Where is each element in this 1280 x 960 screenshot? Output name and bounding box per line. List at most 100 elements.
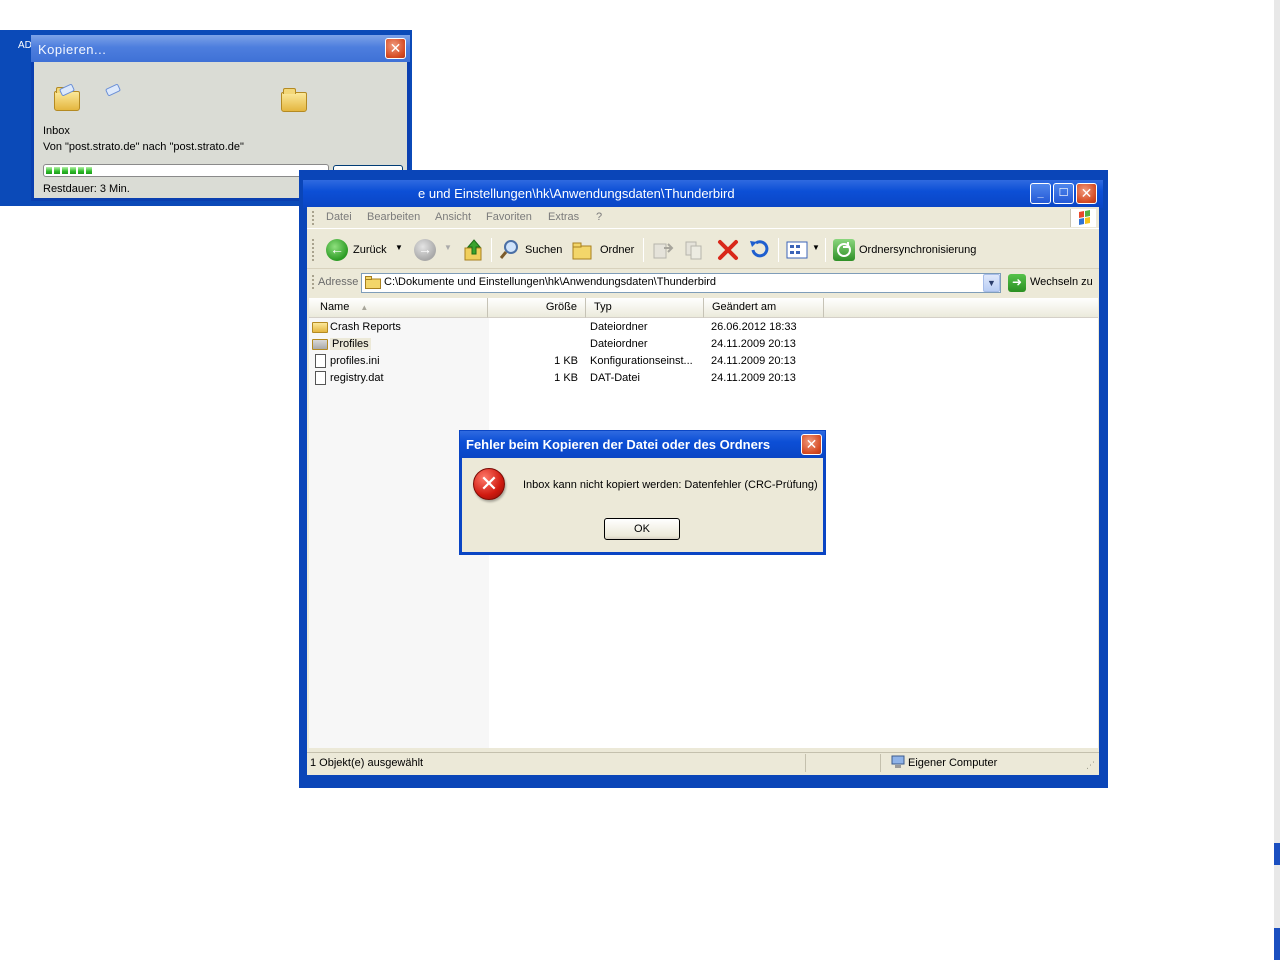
status-zone: Eigener Computer [908,757,998,769]
file-name: profiles.ini [330,355,380,367]
menu-grip[interactable] [312,211,315,225]
background-window-fragment [1274,843,1280,865]
resize-grip[interactable]: ⋰ [1086,760,1095,771]
go-button[interactable]: Wechseln zu [1030,276,1093,288]
file-name: Profiles [330,338,371,350]
background-window-edge [1274,0,1280,960]
status-divider [805,754,806,772]
file-row[interactable]: Profiles Dateiordner 24.11.2009 20:13 [312,336,1012,353]
data-file-icon [315,371,326,385]
progress-segment [78,167,84,174]
file-modified: 26.06.2012 18:33 [711,321,797,333]
menu-edit[interactable]: Bearbeiten [367,211,420,223]
column-header-filler [824,298,1098,318]
error-message: Inbox kann nicht kopiert werden: Datenfe… [523,479,818,491]
file-modified: 24.11.2009 20:13 [711,372,796,384]
folder-icon [312,339,328,350]
progress-segment [86,167,92,174]
address-dropdown-button[interactable]: ▼ [983,274,1000,292]
folders-icon[interactable] [572,240,594,260]
delete-icon[interactable] [716,238,740,262]
folder-sync-button[interactable]: Ordnersynchronisierung [859,244,976,256]
windows-logo [1070,209,1096,227]
move-to-icon[interactable] [652,240,674,260]
progress-segment [62,167,68,174]
settings-file-icon [315,354,326,368]
status-selection: 1 Objekt(e) ausgewählt [310,757,424,769]
folder-sync-icon[interactable] [833,239,855,261]
column-header-type[interactable]: Typ [586,298,704,318]
toolbar-separator [491,238,492,262]
minimize-button[interactable]: _ [1030,183,1051,204]
file-row[interactable]: profiles.ini 1 KB Konfigurationseinst... 24… [312,353,1012,370]
copy-to-icon[interactable] [684,240,706,260]
menu-view[interactable]: Ansicht [435,211,471,223]
background-window-fragment [1274,928,1280,960]
file-row[interactable]: registry.dat 1 KB DAT-Datei 24.11.2009 20:1… [312,370,1012,387]
address-label: Adresse [318,276,359,288]
folders-button[interactable]: Ordner [600,244,634,256]
copy-item-name: Inbox [43,125,70,137]
search-icon[interactable] [499,238,521,260]
menu-bar [307,207,1099,229]
file-size: 1 KB [554,355,578,367]
file-modified: 24.11.2009 20:13 [711,338,796,350]
undo-icon[interactable] [747,238,771,262]
sort-ascending-icon: ▲ [360,303,369,312]
toolbar-grip[interactable] [312,239,315,261]
toolbar-separator [825,238,826,262]
menu-favorites[interactable]: Favoriten [486,211,532,223]
copy-dialog-title: Kopieren... [31,35,410,62]
maximize-button[interactable]: ☐ [1053,183,1074,204]
file-name: registry.dat [330,372,384,384]
toolbar-separator [643,238,644,262]
error-dialog-close-button[interactable]: ✕ [801,434,822,455]
forward-dropdown-icon[interactable]: ▼ [444,243,452,252]
views-dropdown-icon[interactable]: ▼ [812,243,820,252]
copy-source-destination: Von "post.strato.de" nach "post.strato.d… [43,141,244,153]
explorer-title-bar[interactable]: e und Einstellungen\hk\Anwendungsdaten\T… [303,180,1103,208]
file-type: Dateiordner [590,321,648,333]
menu-help[interactable]: ? [596,211,602,223]
file-row[interactable]: Crash Reports Dateiordner 26.06.2012 18:33 [312,319,1012,336]
desktop-icon-label[interactable]: AD [18,40,32,51]
column-header-name[interactable]: Name ▲ [309,298,488,318]
destination-folder-icon [281,88,307,112]
file-modified: 24.11.2009 20:13 [711,355,796,367]
ok-button[interactable]: OK [604,518,680,540]
folder-icon [312,322,328,333]
remaining-time: Restdauer: 3 Min. [43,183,130,195]
go-arrow-icon[interactable]: ➜ [1008,274,1026,292]
file-type: Dateiordner [590,338,648,350]
search-button[interactable]: Suchen [525,244,562,256]
address-grip[interactable] [312,275,315,289]
up-folder-icon[interactable] [463,238,485,262]
file-size: 1 KB [554,372,578,384]
menu-file[interactable]: Datei [326,211,352,223]
forward-arrow-icon[interactable]: → [414,239,436,261]
file-type: DAT-Datei [590,372,640,384]
error-icon: ✕ [473,468,505,500]
file-type: Konfigurationseinst... [590,355,693,367]
status-divider [880,754,881,772]
address-folder-icon [365,276,381,289]
back-button[interactable]: Zurück [353,244,387,256]
back-dropdown-icon[interactable]: ▼ [395,243,403,252]
progress-segment [54,167,60,174]
progress-segment [46,167,52,174]
file-name: Crash Reports [330,321,401,333]
views-icon[interactable] [786,240,810,260]
menu-tools[interactable]: Extras [548,211,579,223]
source-folder-icon [52,83,82,112]
back-arrow-icon[interactable]: ← [326,239,348,261]
toolbar-separator [778,238,779,262]
column-header-modified[interactable]: Geändert am [704,298,824,318]
copy-dialog-close-button[interactable]: ✕ [385,38,406,59]
copy-progress-bar [43,164,329,177]
computer-icon [891,755,905,769]
progress-segment [70,167,76,174]
address-input[interactable]: C:\Dokumente und Einstellungen\hk\Anwend… [361,273,1001,293]
error-dialog-title[interactable]: Fehler beim Kopieren der Datei oder des … [460,431,825,458]
explorer-close-button[interactable]: ✕ [1076,183,1097,204]
column-header-size[interactable]: Größe [488,298,586,318]
